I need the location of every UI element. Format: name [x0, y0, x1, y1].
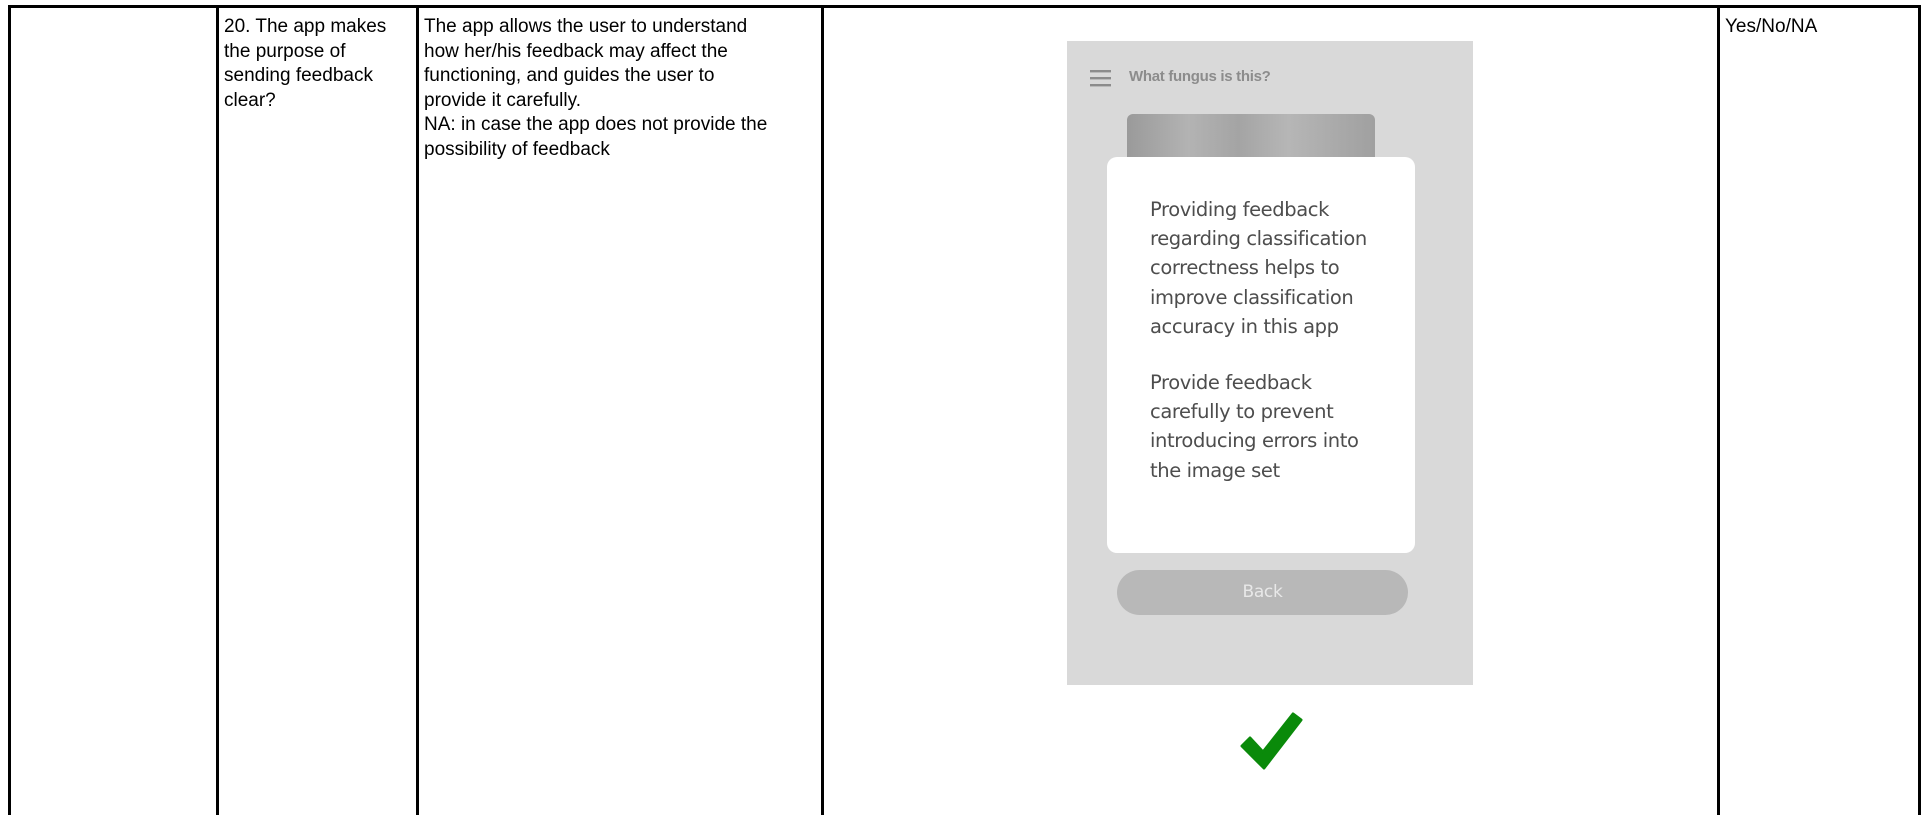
- criterion-question: 20. The app makes the purpose of sending…: [224, 16, 387, 111]
- table-top-border: [8, 5, 1921, 8]
- back-button[interactable]: Back: [1117, 570, 1408, 615]
- dialog-paragraph-1: Providing feedback regarding classificat…: [1150, 198, 1367, 338]
- criterion-description: The app allows the user to understand ho…: [424, 16, 768, 160]
- column-divider-4: [1717, 5, 1720, 815]
- column-divider-2: [416, 5, 419, 815]
- answer-options: Yes/No/NA: [1725, 16, 1818, 37]
- feedback-info-dialog: Providing feedback regarding classificat…: [1107, 157, 1415, 553]
- dialog-paragraph-2: Provide feedback carefully to prevent in…: [1150, 371, 1359, 482]
- app-screen-mockup: What fungus is this? Providing feedback …: [1067, 41, 1473, 685]
- column-divider-3: [821, 5, 824, 815]
- column-divider-1: [216, 5, 219, 815]
- table-left-border: [8, 5, 11, 815]
- menu-icon: [1090, 70, 1111, 87]
- app-title: What fungus is this?: [1129, 68, 1271, 85]
- check-icon: [1240, 712, 1303, 770]
